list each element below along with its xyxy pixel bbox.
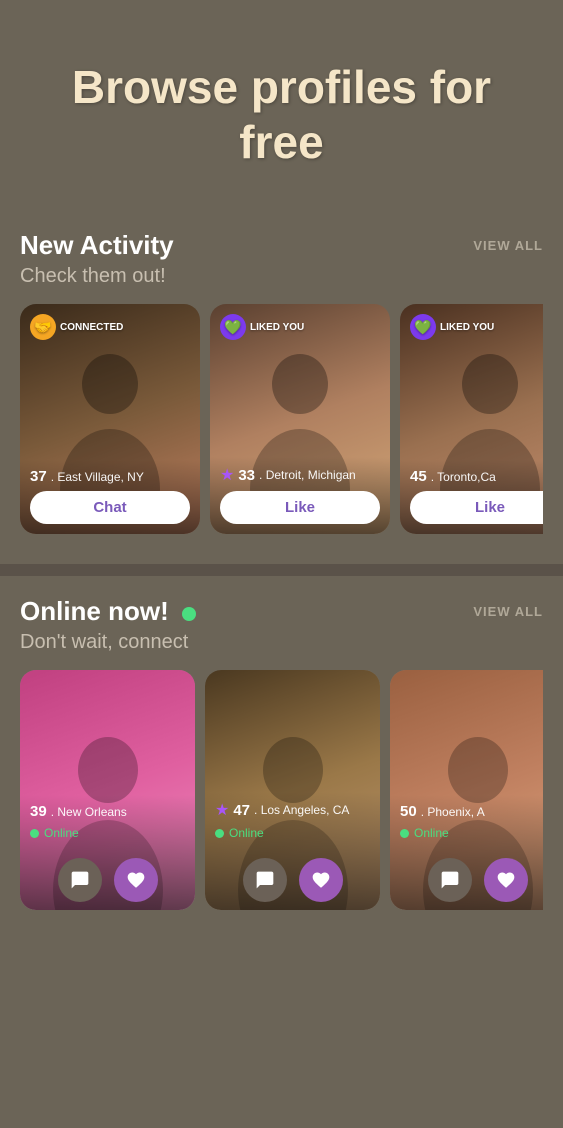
online-text-3: Online	[414, 826, 449, 840]
online-text-1: Online	[44, 826, 79, 840]
online-card-1: 39 . New Orleans Online	[20, 670, 195, 910]
badge-label-1: CONNECTED	[60, 322, 123, 333]
heart-icon-1	[126, 870, 146, 890]
online-dot-1	[30, 829, 39, 838]
new-activity-subtitle: Check them out!	[20, 265, 543, 288]
card-location-1: . East Village, NY	[51, 470, 144, 484]
online-card-3: 50 . Phoenix, A Online	[390, 670, 543, 910]
card-age-1: 37	[30, 468, 47, 485]
online-location-1: . New Orleans	[51, 805, 127, 819]
connected-icon: 🤝	[30, 314, 56, 340]
card-info-1: 37 . East Village, NY	[30, 468, 190, 485]
online-status-2: Online	[215, 826, 370, 840]
liked-icon-3: 💚	[410, 314, 436, 340]
like-btn-online-3[interactable]	[484, 858, 528, 902]
star-icon-2: ★	[220, 465, 234, 485]
heart-icon-3	[496, 870, 516, 890]
like-button-3[interactable]: Like	[410, 491, 543, 524]
heart-icon-2	[311, 870, 331, 890]
online-cards-row: 39 . New Orleans Online	[20, 670, 543, 910]
activity-card-3: 💚 LIKED YOU 45 . Toronto,Ca Like	[400, 304, 543, 534]
chat-button-1[interactable]: Chat	[30, 491, 190, 524]
online-now-title: Online now!	[20, 596, 196, 627]
online-age-1: 39	[30, 803, 47, 820]
online-overlay-3: 50 . Phoenix, A Online	[390, 795, 543, 910]
online-actions-3	[400, 848, 543, 910]
online-info-3: 50 . Phoenix, A	[400, 803, 543, 820]
liked-badge-2: 💚 LIKED YOU	[220, 314, 304, 340]
online-card-2: ★ 47 . Los Angeles, CA Online	[205, 670, 380, 910]
liked-icon-2: 💚	[220, 314, 246, 340]
card-location-2: . Detroit, Michigan	[259, 468, 356, 482]
card-age-3: 45	[410, 468, 427, 485]
online-info-2: ★ 47 . Los Angeles, CA	[215, 800, 370, 820]
online-age-3: 50	[400, 803, 417, 820]
card-info-2: ★ 33 . Detroit, Michigan	[220, 465, 380, 485]
star-icon-online-2: ★	[215, 800, 229, 820]
like-btn-online-2[interactable]	[299, 858, 343, 902]
new-activity-header: New Activity VIEW ALL	[20, 230, 543, 261]
online-location-2: . Los Angeles, CA	[254, 803, 349, 817]
online-info-1: 39 . New Orleans	[30, 803, 185, 820]
new-activity-view-all[interactable]: VIEW ALL	[473, 238, 543, 253]
online-now-subtitle: Don't wait, connect	[20, 631, 543, 654]
online-status-3: Online	[400, 826, 543, 840]
online-age-2: 47	[233, 802, 250, 819]
online-actions-2	[215, 848, 370, 910]
online-overlay-2: ★ 47 . Los Angeles, CA Online	[205, 792, 380, 910]
online-now-section: Online now! VIEW ALL Don't wait, connect…	[0, 576, 563, 940]
online-location-3: . Phoenix, A	[421, 805, 485, 819]
message-icon-3	[440, 870, 460, 890]
online-dot-2	[215, 829, 224, 838]
section-separator	[0, 564, 563, 576]
online-actions-1	[30, 848, 185, 910]
online-view-all[interactable]: VIEW ALL	[473, 604, 543, 619]
like-button-2[interactable]: Like	[220, 491, 380, 524]
liked-badge-3: 💚 LIKED YOU	[410, 314, 494, 340]
card-overlay-1: 37 . East Village, NY Chat	[20, 460, 200, 534]
card-age-2: 33	[238, 467, 255, 484]
new-activity-section: New Activity VIEW ALL Check them out! 🤝 …	[0, 210, 563, 564]
message-btn-online-1[interactable]	[58, 858, 102, 902]
card-overlay-2: ★ 33 . Detroit, Michigan Like	[210, 457, 390, 534]
card-info-3: 45 . Toronto,Ca	[410, 468, 543, 485]
new-activity-cards-row: 🤝 CONNECTED 37 . East Village, NY Chat	[20, 304, 543, 534]
connected-badge-1: 🤝 CONNECTED	[30, 314, 123, 340]
card-overlay-3: 45 . Toronto,Ca Like	[400, 460, 543, 534]
card-location-3: . Toronto,Ca	[431, 470, 496, 484]
hero-section: Browse profiles for free	[0, 0, 563, 210]
badge-label-3: LIKED YOU	[440, 322, 494, 333]
new-activity-title: New Activity	[20, 230, 174, 261]
online-status-1: Online	[30, 826, 185, 840]
online-overlay-1: 39 . New Orleans Online	[20, 795, 195, 910]
like-btn-online-1[interactable]	[114, 858, 158, 902]
online-indicator-dot	[182, 607, 196, 621]
activity-card-2: 💚 LIKED YOU ★ 33 . Detroit, Michigan Lik…	[210, 304, 390, 534]
online-now-header: Online now! VIEW ALL	[20, 596, 543, 627]
badge-label-2: LIKED YOU	[250, 322, 304, 333]
activity-card-1: 🤝 CONNECTED 37 . East Village, NY Chat	[20, 304, 200, 534]
message-icon-1	[70, 870, 90, 890]
hero-title: Browse profiles for free	[30, 60, 533, 170]
online-dot-3	[400, 829, 409, 838]
online-text-2: Online	[229, 826, 264, 840]
message-btn-online-2[interactable]	[243, 858, 287, 902]
message-btn-online-3[interactable]	[428, 858, 472, 902]
message-icon-2	[255, 870, 275, 890]
